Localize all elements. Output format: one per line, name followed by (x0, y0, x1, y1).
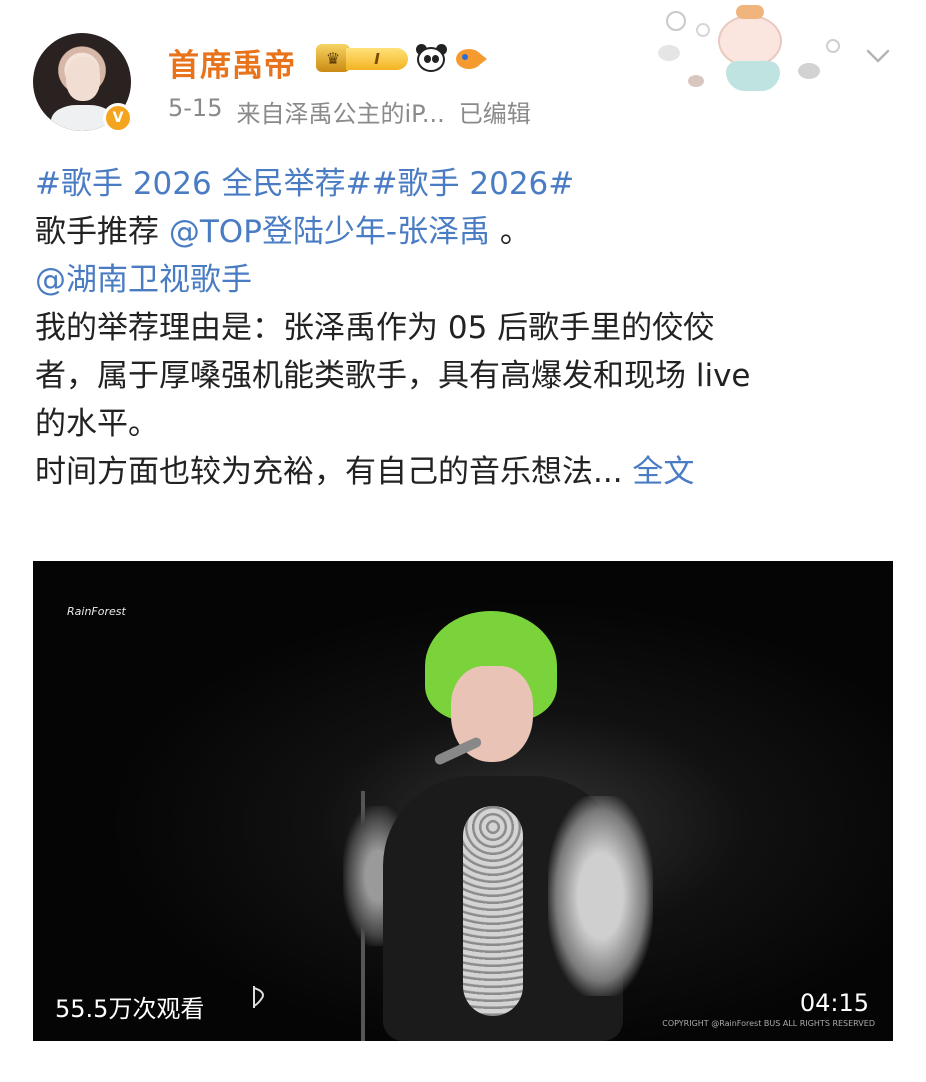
vip-crown-icon: ♛ (316, 44, 350, 72)
time-text: 时间方面也较为充裕，有自己的音乐想法... (35, 454, 623, 490)
video-duration: 04:15 (799, 989, 869, 1017)
reason-line: 者，属于厚嗓强机能类歌手，具有高爆发和现场 live (35, 358, 751, 394)
reason-paragraph: 我的举荐理由是：张泽禹作为 05 后歌手里的佼佼 者，属于厚嗓强机能类歌手，具有… (35, 304, 895, 448)
hashtag-links[interactable]: #歌手 2026 全民举荐##歌手 2026# (35, 160, 895, 208)
bottom-strip (0, 1041, 926, 1082)
panda-icon[interactable] (414, 42, 448, 74)
recommend-prefix: 歌手推荐 (35, 214, 169, 250)
video-copyright: COPYRIGHT @RainForest BUS ALL RIGHTS RES… (662, 1019, 875, 1028)
dress-decoration (726, 61, 780, 91)
time-line: 时间方面也较为充裕，有自己的音乐想法... 全文 (35, 448, 895, 496)
bunny-icon (718, 15, 782, 67)
post-date: 5-15 (168, 94, 223, 122)
post-meta: 5-15 来自泽禹公主的iP... 已编辑 (168, 94, 531, 129)
full-text-link[interactable]: 全文 (632, 454, 694, 490)
card-decoration (648, 5, 848, 95)
reason-line: 的水平。 (35, 406, 159, 442)
video-player[interactable]: RainForest 55.5万次观看 04:15 COPYRIGHT @Rai… (33, 561, 893, 1041)
recommend-suffix: 。 (490, 214, 531, 250)
post-header: V 首席禹帝 ♛ I 5-15 来自泽禹公主的iP... 已编辑 (0, 0, 926, 150)
post-source[interactable]: 来自泽禹公主的iP... (236, 94, 444, 129)
play-icon[interactable] (244, 982, 274, 1012)
chevron-down-icon[interactable] (864, 44, 892, 68)
reason-line: 我的举荐理由是：张泽禹作为 05 后歌手里的佼佼 (35, 310, 715, 346)
verified-icon: V (103, 103, 133, 133)
bow-icon (736, 5, 764, 19)
vip-badge[interactable]: ♛ I (316, 42, 410, 74)
vip-level: I (346, 48, 408, 70)
post-body: #歌手 2026 全民举荐##歌手 2026# 歌手推荐 @TOP登陆少年-张泽… (35, 160, 895, 496)
author-name[interactable]: 首席禹帝 (168, 40, 296, 85)
hashtag-text[interactable]: #歌手 2026 全民举荐##歌手 2026# (35, 166, 574, 202)
avatar-face (66, 57, 100, 101)
edited-label[interactable]: 已编辑 (459, 94, 531, 129)
video-logo: RainForest (67, 605, 126, 618)
mention-hunan-tv[interactable]: @湖南卫视歌手 (35, 262, 252, 298)
view-count: 55.5万次观看 (55, 995, 205, 1023)
video-frame-performer (343, 606, 663, 1041)
fish-icon[interactable] (452, 43, 488, 73)
mention-zhangzeyu[interactable]: @TOP登陆少年-张泽禹 (169, 214, 490, 250)
mention-line: @湖南卫视歌手 (35, 256, 895, 304)
badge-row: ♛ I (316, 42, 488, 74)
recommend-line: 歌手推荐 @TOP登陆少年-张泽禹 。 (35, 208, 895, 256)
